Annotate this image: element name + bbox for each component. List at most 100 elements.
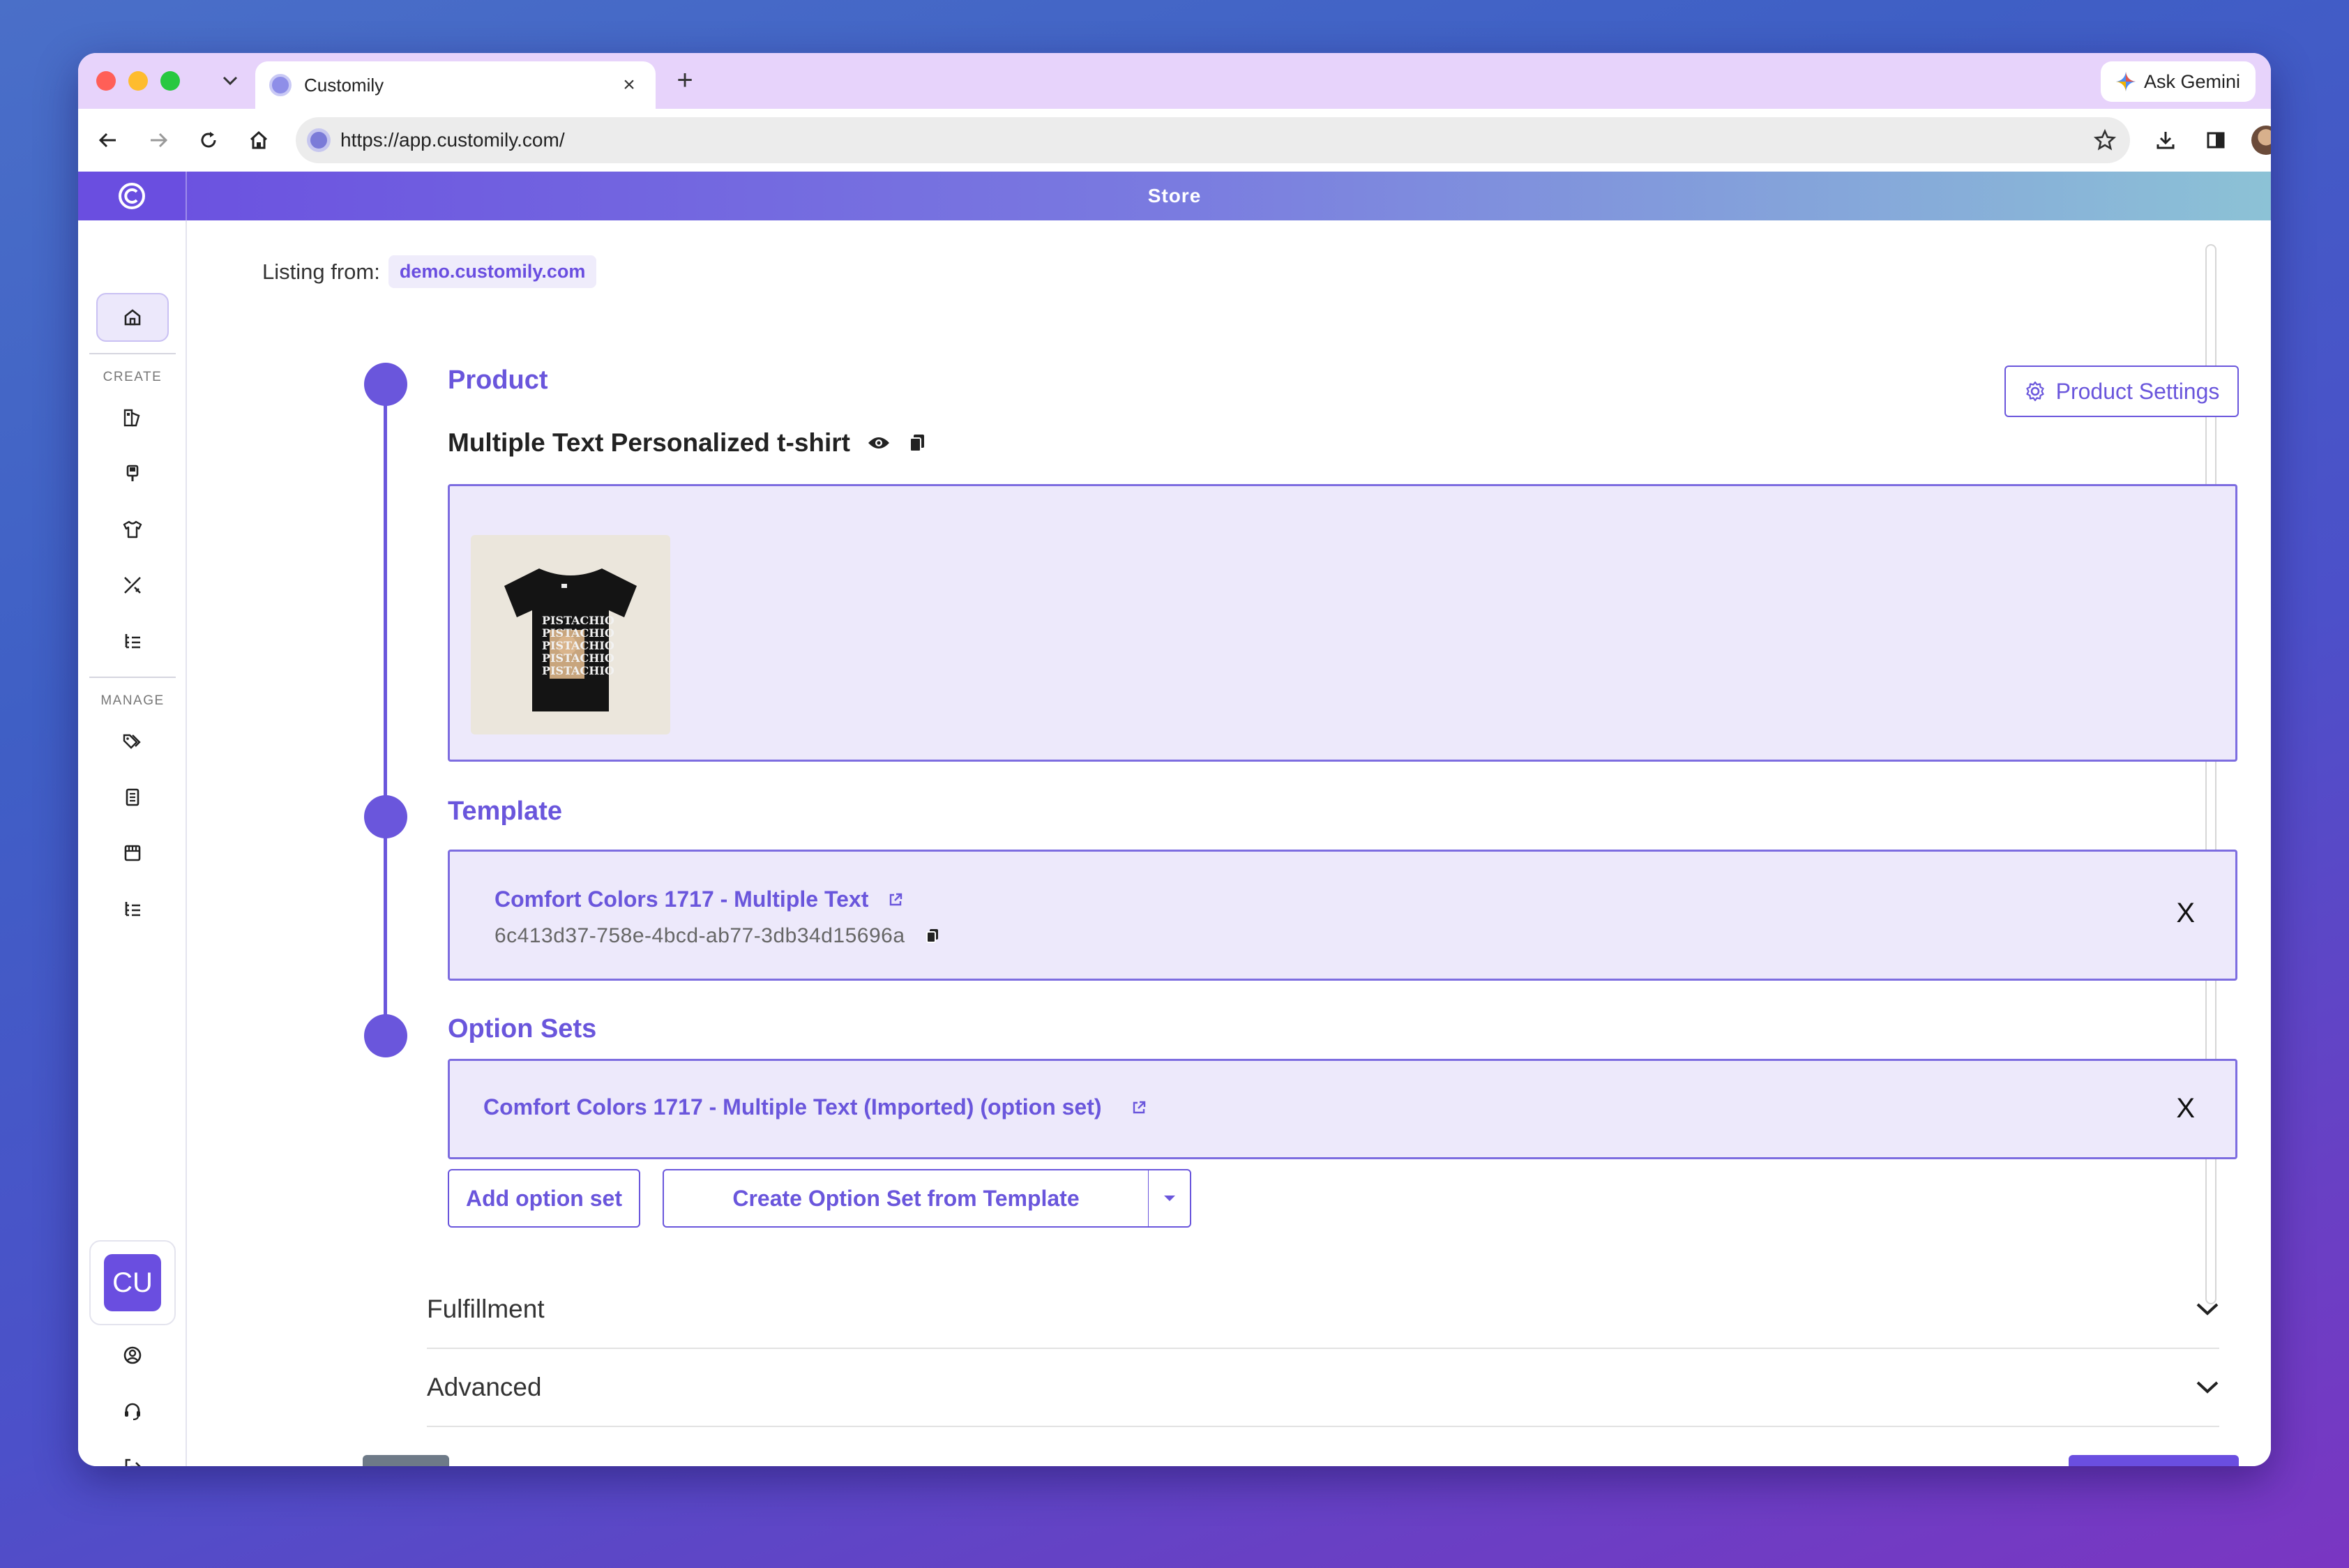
sidebar-item-home[interactable] [96,293,169,342]
external-link-icon[interactable] [888,892,903,907]
side-panel-button[interactable] [2198,123,2233,158]
sidebar-item-manage-list[interactable] [96,884,169,933]
timeline-line [384,384,387,1031]
listing-domain-chip: demo.customily.com [388,255,597,288]
timeline-dot-template [364,795,407,838]
new-tab-button[interactable]: + [668,64,702,98]
copy-icon[interactable] [925,928,940,944]
reload-button[interactable] [191,123,226,158]
close-window-button[interactable] [96,71,116,91]
sidebar-item-account[interactable] [96,1331,169,1380]
reload-icon [201,132,216,148]
gear-icon [2025,381,2044,402]
headset-icon [125,1403,140,1421]
create-section-label: CREATE [103,370,163,384]
browser-toolbar: https://app.customily.com/ [78,109,2271,172]
tab-close-button[interactable]: × [617,73,642,97]
advanced-label: Advanced [427,1373,542,1401]
design-tools-icon [124,577,141,594]
external-link-icon[interactable] [1131,1100,1147,1115]
templates-icon [123,409,140,427]
arrow-right-icon [151,133,168,148]
home-button[interactable] [241,123,276,158]
maximize-window-button[interactable] [160,71,180,91]
profile-button[interactable] [2249,123,2271,158]
downloads-button[interactable] [2148,123,2183,158]
product-name: Multiple Text Personalized t-shirt [448,428,851,457]
template-name-link[interactable]: Comfort Colors 1717 - Multiple Text [494,887,868,912]
tag-icon [123,734,141,749]
shirt-text-line: PISTACHIO [542,639,614,652]
caret-down-icon [1163,1196,1175,1201]
chevron-down-icon [222,76,238,86]
fulfillment-accordion[interactable]: Fulfillment [427,1271,2219,1349]
sidebar-item-store[interactable] [96,829,169,877]
product-images-panel: PISTACHIO PISTACHIO PISTACHIO PISTACHIO … [448,484,2237,762]
add-option-set-button[interactable]: Add option set [448,1169,640,1228]
template-section-title: Template [448,797,563,826]
tab-title: Customily [304,74,384,96]
star-icon [2094,129,2116,151]
bookmark-star-button[interactable] [2091,129,2119,151]
url-text[interactable]: https://app.customily.com/ [340,129,2091,151]
timeline-dot-option-sets [364,1014,407,1057]
customily-logo-icon [119,183,145,209]
product-settings-button[interactable]: Product Settings [2004,365,2239,417]
tshirt-icon [123,520,142,538]
remove-template-button[interactable]: X [2176,898,2195,929]
shirt-text-line: PISTACHIO [542,626,614,640]
template-id-row: 6c413d37-758e-4bcd-ab77-3db34d15696a [494,924,940,948]
sidebar-item-design-tools[interactable] [96,561,169,610]
list-tree-icon [125,634,140,649]
manage-section-label: MANAGE [100,693,165,708]
create-option-set-from-template-button[interactable]: Create Option Set from Template [663,1169,1149,1228]
option-set-name-link[interactable]: Comfort Colors 1717 - Multiple Text (Imp… [483,1094,1102,1120]
ask-gemini-button[interactable]: Ask Gemini [2100,61,2256,102]
option-sets-section-title: Option Sets [448,1014,597,1043]
document-icon [126,788,139,806]
copy-icon[interactable] [907,432,927,453]
sidebar-item-logout[interactable] [96,1442,169,1466]
product-settings-label: Product Settings [2055,378,2220,404]
print-icon [126,465,139,481]
shirt-text-line: PISTACHIO [542,651,614,665]
eye-icon[interactable] [867,435,891,451]
sidebar-item-products[interactable] [96,505,169,554]
arrow-left-icon [98,133,116,148]
product-thumbnail[interactable]: PISTACHIO PISTACHIO PISTACHIO PISTACHIO … [471,535,670,734]
sidebar-item-list[interactable] [96,617,169,665]
template-id: 6c413d37-758e-4bcd-ab77-3db34d15696a [494,924,905,947]
main-content: Listing from: demo.customily.com Product… [188,220,2271,1466]
product-name-row: Multiple Text Personalized t-shirt [448,428,927,458]
browser-window: Customily × + Ask Gemini https://app.cus… [78,53,2271,1466]
product-section-title: Product [448,365,548,395]
address-bar[interactable]: https://app.customily.com/ [296,117,2130,163]
sidebar-item-print[interactable] [96,449,169,498]
app-logo[interactable] [78,172,187,220]
customily-favicon-icon [269,74,292,96]
sidebar-item-orders[interactable] [96,773,169,822]
create-option-set-dropdown-toggle[interactable] [1148,1169,1191,1228]
site-info-icon[interactable] [307,128,331,152]
back-nav-button[interactable] [91,123,126,158]
sidebar: CREATE MANAGE CU [78,220,187,1466]
forward-nav-button[interactable] [141,123,176,158]
save-product-button[interactable]: Save Product [2069,1455,2239,1466]
download-icon [2157,132,2175,149]
sidebar-item-support[interactable] [96,1387,169,1435]
back-button[interactable]: Back [363,1455,449,1466]
user-badge[interactable]: CU [89,1240,176,1325]
tshirt-product-image: PISTACHIO PISTACHIO PISTACHIO PISTACHIO … [504,568,637,711]
remove-option-set-button[interactable]: X [2176,1093,2195,1124]
browser-tab[interactable]: Customily × [255,61,656,109]
account-icon [123,1346,142,1364]
ask-gemini-label: Ask Gemini [2143,70,2240,92]
advanced-accordion[interactable]: Advanced [427,1349,2219,1427]
minimize-window-button[interactable] [128,71,148,91]
sidebar-divider [89,353,176,354]
sidebar-item-tags[interactable] [96,717,169,766]
home-icon [124,309,141,326]
sidebar-item-templates[interactable] [96,393,169,442]
side-panel-icon [2207,132,2225,149]
tab-search-button[interactable] [215,66,246,96]
